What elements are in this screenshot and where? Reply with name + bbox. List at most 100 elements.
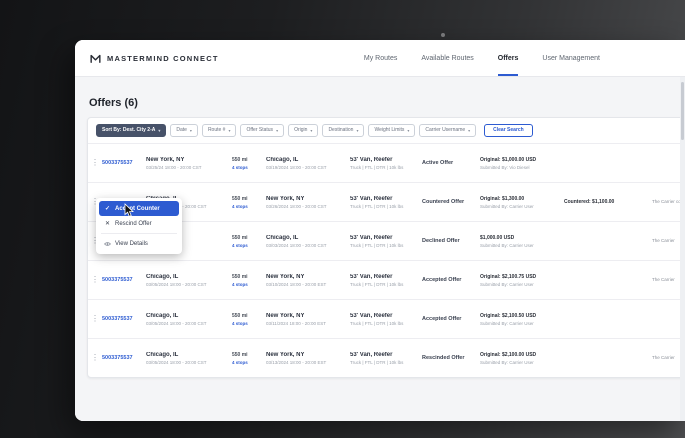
filter-chip-offer-status[interactable]: Offer Status ▾ [240, 124, 285, 137]
submitted-by: Submitted By: Vio Diesel [480, 164, 530, 170]
offer-status: Accepted Offer [422, 316, 462, 322]
stops-link[interactable]: 4 stops [232, 282, 266, 287]
caret-down-icon: ▾ [228, 127, 231, 133]
menu-item-rescind-offer[interactable]: ✕ Rescind Offer [99, 216, 179, 231]
offer-note: The Carrier [652, 276, 675, 282]
filter-chip-label: Origin [294, 127, 308, 133]
submitted-by: Submitted By: Carrier User [480, 203, 534, 209]
origin-city: Chicago, IL [146, 312, 179, 319]
webcam-dot [441, 33, 445, 37]
check-icon: ✓ [104, 205, 111, 212]
offer-row[interactable]: ⋮ 5003375537 Chicago, IL 03/05/2024 18:0… [88, 338, 685, 377]
nav-items: My Routes Available Routes Offers User Mana… [364, 40, 685, 76]
countered-amount: Countered: $1,100.00 [564, 199, 615, 205]
filter-bar: Sort By: Dest. City 2-A ▾ Date ▾ Route # ▾ O… [88, 118, 685, 143]
miles: 550 mi [232, 156, 248, 163]
filter-chip-date[interactable]: Date ▾ [170, 124, 198, 137]
offer-note: The Carrier countered w [652, 198, 685, 204]
offers-table: ⋮ 5003375537 New York, NY 03/25/24 18:00… [88, 143, 685, 377]
caret-down-icon: ▾ [189, 127, 192, 133]
menu-item-label: View Details [115, 240, 148, 247]
origin-date: 03/05/2024 18:00 - 20:00 CST [146, 359, 207, 365]
destination-city: New York, NY [266, 351, 305, 358]
filter-chip-label: Weight Limits [374, 127, 405, 133]
row-kebab-menu-icon[interactable]: ⋮ [88, 159, 102, 167]
sort-chip-label: Sort By: Dest. City 2-A [102, 127, 156, 133]
origin-city: Chicago, IL [146, 351, 179, 358]
nav-item-offers[interactable]: Offers [497, 40, 518, 76]
sort-chip[interactable]: Sort By: Dest. City 2-A ▾ [96, 124, 167, 137]
brand[interactable]: MASTERMIND CONNECT [89, 52, 219, 65]
origin-city: New York, NY [146, 156, 185, 163]
equipment-detail: Truck | FTL | DTR | 10k lbs [350, 281, 404, 287]
destination-city: Chicago, IL [266, 156, 299, 163]
nav-item-my-routes[interactable]: My Routes [364, 40, 397, 76]
equipment-detail: Truck | FTL | DTR | 10k lbs [350, 359, 404, 365]
filter-chip-carrier-username[interactable]: Carrier Username ▾ [419, 124, 477, 137]
filter-chip-destination[interactable]: Destination ▾ [322, 124, 365, 137]
route-number-link[interactable]: 5003375537 [102, 160, 133, 166]
offer-status: Accepted Offer [422, 277, 462, 283]
stops-link[interactable]: 4 stops [232, 243, 266, 248]
eye-icon [104, 241, 111, 247]
row-kebab-menu-icon[interactable]: ⋮ [88, 276, 102, 284]
scrollbar[interactable] [680, 77, 685, 421]
x-icon: ✕ [104, 220, 111, 227]
destination-city: Chicago, IL [266, 234, 299, 241]
filter-chip-label: Date [176, 127, 187, 133]
nav-item-user-management[interactable]: User Management [542, 40, 600, 76]
filter-chip-label: Carrier Username [425, 127, 466, 133]
equipment-detail: Truck | FTL | DTR | 10k lbs [350, 320, 404, 326]
filter-chip-list: Date ▾ Route # ▾ Offer Status ▾ Origin ▾ Destina… [170, 124, 477, 137]
caret-down-icon: ▾ [310, 127, 313, 133]
caret-down-icon: ▾ [407, 127, 410, 133]
destination-date: 03/19/2024 18:00 - 20:00 CST [266, 164, 327, 170]
destination-date: 03/03/2024 18:00 - 20:00 CST [266, 242, 327, 248]
offer-note: The Carrier [652, 354, 675, 360]
app-window: MASTERMIND CONNECT My Routes Available Ro… [75, 40, 685, 421]
original-amount: $1,000.00 USD [480, 234, 515, 241]
destination-city: New York, NY [266, 312, 305, 319]
menu-item-accept-counter[interactable]: ✓ Accept Counter [99, 201, 179, 216]
route-number-link[interactable]: 5003375537 [102, 355, 133, 361]
offer-row[interactable]: ⋮ 5003375537 Chicago, IL 03/05/2024 18:0… [88, 260, 685, 299]
submitted-by: Submitted By: Carrier User [480, 359, 534, 365]
equipment: 53' Van, Reefer [350, 351, 393, 358]
nav-item-available-routes[interactable]: Available Routes [421, 40, 473, 76]
scrollbar-thumb[interactable] [681, 82, 684, 140]
menu-divider [101, 233, 177, 234]
miles: 550 mi [232, 195, 248, 202]
caret-down-icon: ▾ [158, 127, 161, 133]
offer-status: Rescinded Offer [422, 355, 465, 361]
stops-link[interactable]: 4 stops [232, 321, 266, 326]
origin-city: Chicago, IL [146, 273, 179, 280]
filter-chip-label: Offer Status [246, 127, 274, 133]
equipment: 53' Van, Reefer [350, 195, 393, 202]
route-number-link[interactable]: 5003375537 [102, 277, 133, 283]
clear-search-button[interactable]: Clear Search [484, 124, 533, 137]
stops-link[interactable]: 4 stops [232, 204, 266, 209]
original-amount: Original: $2,100.00 USD [480, 351, 537, 358]
brand-name: MASTERMIND CONNECT [107, 53, 219, 63]
filter-chip-route[interactable]: Route # ▾ [201, 124, 237, 137]
context-menu: ✓ Accept Counter ✕ Rescind Offer View De… [96, 198, 182, 254]
route-number-link[interactable]: 5003375537 [102, 316, 133, 322]
miles: 550 mi [232, 351, 248, 358]
row-kebab-menu-icon[interactable]: ⋮ [88, 354, 102, 362]
offer-row[interactable]: ⋮ 5003375537 New York, NY 03/25/24 18:00… [88, 143, 685, 182]
filter-chip-label: Destination [328, 127, 354, 133]
original-amount: Original: $1,000.00 USD [480, 156, 537, 163]
offer-row[interactable]: ⋮ 5003375537 Chicago, IL 03/05/2024 18:0… [88, 299, 685, 338]
page-title: Offers (6) [89, 97, 138, 109]
menu-item-view-details[interactable]: View Details [99, 236, 179, 251]
destination-date: 03/11/2024 18:00 - 20:00 EST [266, 320, 326, 326]
stops-link[interactable]: 4 stops [232, 360, 266, 365]
stops-link[interactable]: 4 stops [232, 165, 266, 170]
origin-date: 03/05/2024 18:00 - 20:00 CST [146, 320, 207, 326]
origin-date: 03/05/2024 18:00 - 20:00 CST [146, 281, 207, 287]
filter-chip-origin[interactable]: Origin ▾ [288, 124, 319, 137]
destination-date: 03/10/2024 18:00 - 20:00 EST [266, 281, 327, 287]
row-kebab-menu-icon[interactable]: ⋮ [88, 315, 102, 323]
equipment-detail: Truck | FTL | DTR | 10k lbs [350, 164, 404, 170]
filter-chip-weight-limits[interactable]: Weight Limits ▾ [368, 124, 416, 137]
